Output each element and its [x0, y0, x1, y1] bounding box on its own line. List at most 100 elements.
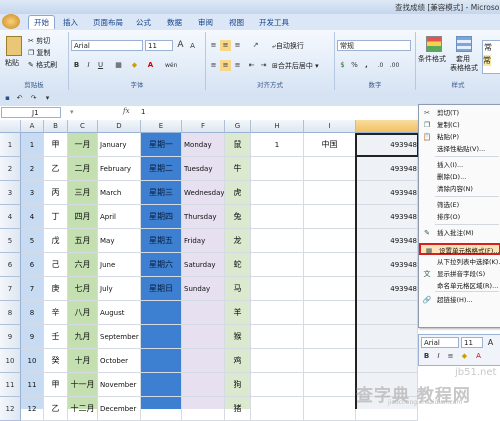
- align-right-icon[interactable]: ≡: [232, 60, 243, 71]
- row-header[interactable]: 4: [0, 205, 21, 229]
- context-menu-item[interactable]: 命名单元格区域(R)...: [419, 280, 500, 292]
- cell-c9[interactable]: 九月: [68, 325, 98, 349]
- cell-i6[interactable]: [304, 253, 356, 277]
- cell-d12[interactable]: December: [98, 397, 141, 421]
- cell-i10[interactable]: [304, 349, 356, 373]
- mini-bold-icon[interactable]: B: [421, 351, 432, 362]
- cell-b5[interactable]: 戊: [44, 229, 68, 253]
- cell-a4[interactable]: 4: [21, 205, 44, 229]
- cell-f2[interactable]: Tuesday: [182, 157, 225, 181]
- cell-d4[interactable]: April: [98, 205, 141, 229]
- row-header[interactable]: 9: [0, 325, 21, 349]
- paste-button[interactable]: 粘贴: [3, 34, 23, 72]
- context-menu-item[interactable]: 筛选(E): [419, 199, 500, 211]
- cell-d11[interactable]: November: [98, 373, 141, 397]
- cell-b3[interactable]: 丙: [44, 181, 68, 205]
- cell-d3[interactable]: March: [98, 181, 141, 205]
- office-button[interactable]: [2, 14, 20, 29]
- context-menu-item[interactable]: 📋 粘贴(P): [419, 131, 500, 143]
- cell-g2[interactable]: 牛: [225, 157, 251, 181]
- col-header[interactable]: E: [141, 120, 182, 133]
- customize-qat-icon[interactable]: ▾: [42, 93, 53, 104]
- fill-color-icon[interactable]: ◆: [129, 60, 140, 71]
- undo-icon[interactable]: ↶: [14, 93, 25, 104]
- cell-d6[interactable]: June: [98, 253, 141, 277]
- cell-g3[interactable]: 虎: [225, 181, 251, 205]
- row-header[interactable]: 8: [0, 301, 21, 325]
- cell-i9[interactable]: [304, 325, 356, 349]
- cell-i12[interactable]: [304, 397, 356, 421]
- cell-c1[interactable]: 一月: [68, 133, 98, 157]
- phonetic-button[interactable]: wén: [165, 60, 177, 71]
- cell-e7[interactable]: 星期日: [141, 277, 182, 301]
- tab-page-layout[interactable]: 页面布局: [88, 16, 128, 29]
- fx-icon[interactable]: fx: [123, 107, 130, 115]
- cell-i8[interactable]: [304, 301, 356, 325]
- tab-data[interactable]: 数据: [162, 16, 187, 29]
- cell-b10[interactable]: 癸: [44, 349, 68, 373]
- row-header[interactable]: 11: [0, 373, 21, 397]
- context-menu-item[interactable]: 排序(O): [419, 211, 500, 223]
- cell-d7[interactable]: July: [98, 277, 141, 301]
- cell-c10[interactable]: 十月: [68, 349, 98, 373]
- border-icon[interactable]: ▦: [113, 60, 124, 71]
- cell-h12[interactable]: [251, 397, 304, 421]
- context-menu-item[interactable]: 文显示拼音字段(S): [419, 268, 500, 280]
- cell-j6[interactable]: 493948: [356, 253, 418, 277]
- italic-button[interactable]: I: [83, 60, 94, 71]
- cell-f7[interactable]: Sunday: [182, 277, 225, 301]
- cell-f5[interactable]: Friday: [182, 229, 225, 253]
- cut-button[interactable]: ✂ 剪切: [28, 36, 50, 46]
- mini-font-select[interactable]: Arial: [421, 337, 459, 348]
- cell-c11[interactable]: 十一月: [68, 373, 98, 397]
- col-header[interactable]: H: [251, 120, 304, 133]
- cell-c2[interactable]: 二月: [68, 157, 98, 181]
- cell-g8[interactable]: 羊: [225, 301, 251, 325]
- cell-b12[interactable]: 乙: [44, 397, 68, 421]
- mini-grow-font-icon[interactable]: A: [485, 337, 496, 348]
- cell-f6[interactable]: Saturday: [182, 253, 225, 277]
- cell-a6[interactable]: 6: [21, 253, 44, 277]
- cell-h4[interactable]: [251, 205, 304, 229]
- cell-a1[interactable]: 1: [21, 133, 44, 157]
- cell-f9[interactable]: [182, 325, 225, 349]
- mini-italic-icon[interactable]: I: [433, 351, 444, 362]
- context-menu-item[interactable]: 清除内容(N): [419, 183, 500, 195]
- cell-g6[interactable]: 蛇: [225, 253, 251, 277]
- cell-i7[interactable]: [304, 277, 356, 301]
- cell-a7[interactable]: 7: [21, 277, 44, 301]
- context-menu-item[interactable]: 删除(D)...: [419, 171, 500, 183]
- tab-home[interactable]: 开始: [28, 15, 55, 29]
- cell-h8[interactable]: [251, 301, 304, 325]
- name-box[interactable]: J1: [1, 107, 61, 118]
- tab-review[interactable]: 审阅: [193, 16, 218, 29]
- context-menu-item[interactable]: 🔗 超链接(H)...: [419, 294, 500, 306]
- cell-f1[interactable]: Monday: [182, 133, 225, 157]
- comma-button[interactable]: ,: [361, 60, 372, 71]
- shrink-font-button[interactable]: A: [187, 41, 198, 52]
- cell-c12[interactable]: 十二月: [68, 397, 98, 421]
- cell-d9[interactable]: September: [98, 325, 141, 349]
- cell-c7[interactable]: 七月: [68, 277, 98, 301]
- bold-button[interactable]: B: [71, 60, 82, 71]
- cell-i3[interactable]: [304, 181, 356, 205]
- cell-style-gallery[interactable]: 常 常: [482, 40, 500, 74]
- font-name-select[interactable]: Arial: [71, 40, 143, 51]
- cell-e2[interactable]: 星期二: [141, 157, 182, 181]
- col-header[interactable]: D: [98, 120, 141, 133]
- copy-button[interactable]: ❐ 复制: [28, 48, 51, 58]
- cell-i4[interactable]: [304, 205, 356, 229]
- cell-g9[interactable]: 猴: [225, 325, 251, 349]
- context-menu-item[interactable]: ▦ 设置单元格格式(F)...: [419, 243, 500, 255]
- align-top-icon[interactable]: ≡: [208, 40, 219, 51]
- wrap-text-button[interactable]: ⤶自动换行: [272, 41, 304, 51]
- tab-formulas[interactable]: 公式: [131, 16, 156, 29]
- context-menu-item[interactable]: ✎ 插入批注(M): [419, 227, 500, 239]
- cell-e1[interactable]: 星期一: [141, 133, 182, 157]
- conditional-format-button[interactable]: 条件格式: [418, 34, 448, 74]
- row-header[interactable]: 3: [0, 181, 21, 205]
- cell-c3[interactable]: 三月: [68, 181, 98, 205]
- cell-a12[interactable]: 12: [21, 397, 44, 421]
- align-bottom-icon[interactable]: ≡: [232, 40, 243, 51]
- increase-decimal-button[interactable]: .0: [375, 60, 386, 71]
